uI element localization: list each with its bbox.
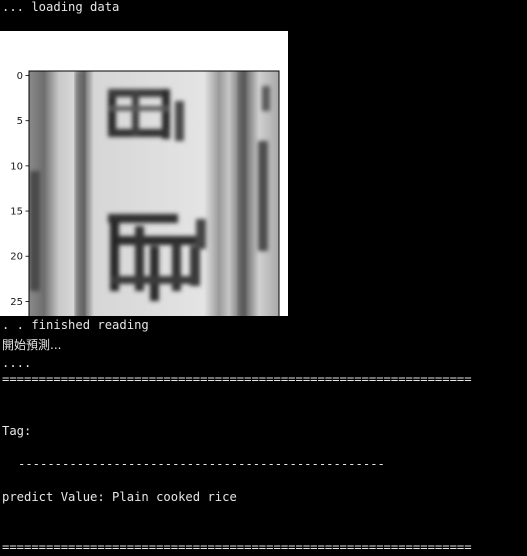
y-tick-label: 15 bbox=[10, 207, 23, 218]
y-tick-label: 10 bbox=[10, 161, 23, 172]
y-axis: 0 5 10 15 20 25 bbox=[10, 71, 29, 308]
console-line-start-predict: 開始預測... bbox=[2, 338, 62, 352]
console-line-finished: . . finished reading bbox=[2, 318, 149, 332]
y-tick-label: 20 bbox=[10, 252, 23, 263]
image-plot-svg: 0 5 10 15 20 25 0 5 10 15 20 25 bbox=[10, 70, 280, 316]
y-tick-label: 5 bbox=[17, 116, 23, 127]
console-separator-bottom: ========================================… bbox=[2, 540, 472, 554]
y-tick-label: 25 bbox=[10, 297, 23, 308]
console-line-dots: .... bbox=[2, 356, 32, 370]
console-dash-line: ----------------------------------------… bbox=[18, 457, 385, 471]
y-tick-label: 0 bbox=[17, 71, 23, 82]
image-plot: 0 5 10 15 20 25 0 5 10 15 20 25 bbox=[0, 31, 288, 316]
console-line-tag-label: Tag: bbox=[2, 424, 32, 438]
heatmap-image bbox=[29, 71, 279, 316]
console-separator-top: ========================================… bbox=[2, 372, 472, 386]
console-line-loading: ... loading data bbox=[2, 0, 120, 14]
console-line-predict-value: predict Value: Plain cooked rice bbox=[2, 490, 237, 504]
